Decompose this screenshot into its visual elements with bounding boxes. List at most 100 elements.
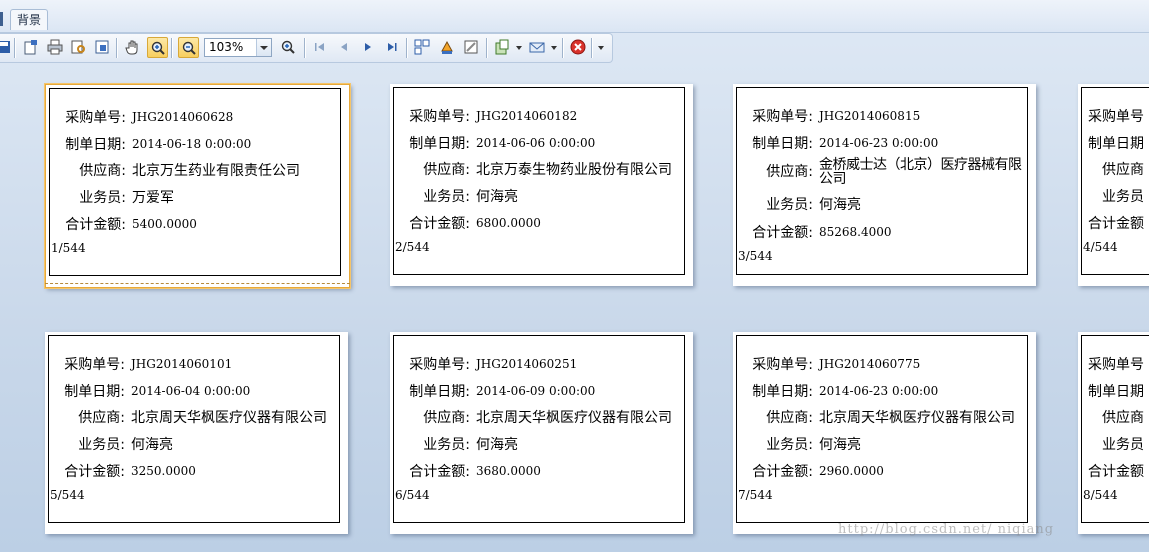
toolbar-separator: [304, 38, 306, 58]
field-supplier: 供应商: 北京万生药业有限责任公司: [50, 160, 300, 180]
tab-background[interactable]: 背景: [10, 9, 49, 30]
toolbar-separator: [406, 38, 408, 58]
menu-edge: [0, 12, 3, 26]
value-total: 5400.0000: [132, 217, 197, 231]
label-po: 采购单号: [1088, 109, 1144, 125]
label-date: 制单日期:: [409, 384, 470, 400]
prev-page-icon[interactable]: [334, 37, 354, 57]
page-number: 8/544: [1083, 488, 1118, 502]
page-number: 7/544: [738, 488, 773, 502]
preview-page[interactable]: 采购单号: JHG2014060251 制单日期: 2014-06-09 0:00:…: [390, 332, 693, 534]
field-po: 采购单号: JHG2014060628: [50, 107, 233, 127]
zoom-out-icon[interactable]: [178, 37, 199, 58]
export-icon[interactable]: [92, 37, 112, 57]
print-preview-icon[interactable]: [68, 37, 88, 57]
value-supplier: 金桥威士达（北京）医疗器械有限公司: [819, 157, 1022, 187]
value-po: JHG2014060775: [819, 357, 921, 371]
label-supplier: 供应商:: [423, 410, 470, 426]
label-total: 合计金额:: [409, 216, 470, 232]
field-date: 制单日期: 2014-06-09 0:00:00: [394, 381, 595, 401]
close-icon[interactable]: [568, 37, 588, 57]
field-po: 采购单号: JHG2014060775: [737, 354, 920, 374]
field-total: 合计金额: 3680.0000: [394, 461, 541, 481]
field-supplier: 供应商: 北京万泰生物药业股份有限公司: [394, 159, 672, 179]
last-page-icon[interactable]: [382, 37, 402, 57]
menu-bar: 背景: [0, 0, 1149, 33]
chevron-down-icon[interactable]: [516, 46, 522, 50]
label-po: 采购单号:: [64, 357, 125, 373]
label-total: 合计金额: [1088, 216, 1144, 232]
label-date: 制单日期: [1088, 384, 1144, 400]
first-page-icon[interactable]: [310, 37, 330, 57]
page-setup-icon[interactable]: [21, 37, 41, 57]
hand-tool-icon[interactable]: [123, 37, 143, 57]
save-icon[interactable]: [0, 37, 14, 57]
value-total: 2960.0000: [819, 464, 884, 478]
field-clerk: 业务员: 何海亮: [49, 434, 173, 454]
preview-page[interactable]: 采购单号 制单日期 供应商 业务员 合计金额 8/544: [1078, 332, 1149, 534]
label-date: 制单日期:: [64, 384, 125, 400]
watermark-text: http://blog.csdn.net/ niqiang: [838, 522, 1055, 537]
next-page-icon[interactable]: [358, 37, 378, 57]
value-date: 2014-06-18 0:00:00: [132, 137, 252, 151]
preview-page[interactable]: 采购单号: JHG2014060101 制单日期: 2014-06-04 0:00:…: [45, 332, 348, 534]
value-supplier: 北京周天华枫医疗仪器有限公司: [131, 410, 327, 426]
label-total: 合计金额:: [64, 464, 125, 480]
zoom-value: 103%: [209, 40, 244, 54]
field-po: 采购单号: [1088, 106, 1144, 126]
page-frame: 采购单号: JHG2014060251 制单日期: 2014-06-09 0:00:…: [393, 335, 685, 523]
label-po: 采购单号:: [65, 110, 126, 126]
value-total: 3680.0000: [476, 464, 541, 478]
color-icon[interactable]: [437, 37, 457, 57]
value-total: 6800.0000: [476, 216, 541, 230]
magnify-icon[interactable]: [278, 37, 298, 57]
preview-page[interactable]: 采购单号: JHG2014060182 制单日期: 2014-06-06 0:00:…: [390, 84, 693, 286]
label-clerk: 业务员:: [79, 190, 126, 206]
page-number: 3/544: [738, 249, 773, 263]
page-frame: 采购单号 制单日期 供应商 业务员 合计金额 4/544: [1081, 87, 1149, 275]
label-clerk: 业务员:: [423, 437, 470, 453]
field-po: 采购单号: JHG2014060101: [49, 354, 232, 374]
field-total: 合计金额: [1088, 461, 1144, 481]
field-clerk: 业务员: 何海亮: [737, 434, 861, 454]
watermark-icon[interactable]: [461, 37, 481, 57]
field-date: 制单日期: 2014-06-18 0:00:00: [50, 134, 251, 154]
field-total: 合计金额: 3250.0000: [49, 461, 196, 481]
value-total: 3250.0000: [131, 464, 196, 478]
preview-page[interactable]: 采购单号: JHG2014060628 制单日期: 2014-06-18 0:00:…: [45, 84, 350, 288]
field-clerk: 业务员: 何海亮: [737, 194, 861, 214]
preview-page[interactable]: 采购单号: JHG2014060775 制单日期: 2014-06-23 0:00:…: [733, 332, 1036, 534]
label-date: 制单日期: [1088, 136, 1144, 152]
chevron-down-icon[interactable]: [256, 39, 271, 56]
label-supplier: 供应商: [1102, 410, 1144, 426]
page-number: 1/544: [51, 241, 86, 255]
toolbar-separator: [591, 38, 593, 58]
value-po: JHG2014060182: [476, 109, 578, 123]
export-doc-icon[interactable]: [492, 37, 512, 57]
field-supplier: 供应商: [1102, 407, 1144, 427]
field-total: 合计金额: 85268.4000: [737, 222, 892, 242]
print-icon[interactable]: [45, 37, 65, 57]
page-number: 4/544: [1083, 240, 1118, 254]
value-po: JHG2014060101: [131, 357, 233, 371]
overflow-icon[interactable]: [598, 46, 604, 50]
preview-page[interactable]: 采购单号: JHG2014060815 制单日期: 2014-06-23 0:00:…: [733, 84, 1036, 286]
label-clerk: 业务员: [1102, 189, 1144, 205]
value-po: JHG2014060251: [476, 357, 578, 371]
zoom-combobox[interactable]: 103%: [204, 38, 272, 57]
value-total: 85268.4000: [819, 225, 892, 239]
zoom-in-tool-icon[interactable]: [147, 37, 168, 58]
label-supplier: 供应商:: [79, 163, 126, 179]
toolbar-separator: [171, 38, 173, 58]
label-date: 制单日期:: [752, 136, 813, 152]
label-supplier: 供应商:: [766, 164, 813, 180]
value-po: JHG2014060628: [132, 110, 234, 124]
email-icon[interactable]: [527, 37, 547, 57]
multi-page-icon[interactable]: [412, 37, 432, 57]
label-po: 采购单号:: [409, 357, 470, 373]
label-total: 合计金额:: [409, 464, 470, 480]
value-po: JHG2014060815: [819, 109, 921, 123]
preview-page[interactable]: 采购单号 制单日期 供应商 业务员 合计金额 4/544: [1078, 84, 1149, 286]
chevron-down-icon[interactable]: [551, 46, 557, 50]
page-frame: 采购单号: JHG2014060101 制单日期: 2014-06-04 0:00:…: [48, 335, 340, 523]
